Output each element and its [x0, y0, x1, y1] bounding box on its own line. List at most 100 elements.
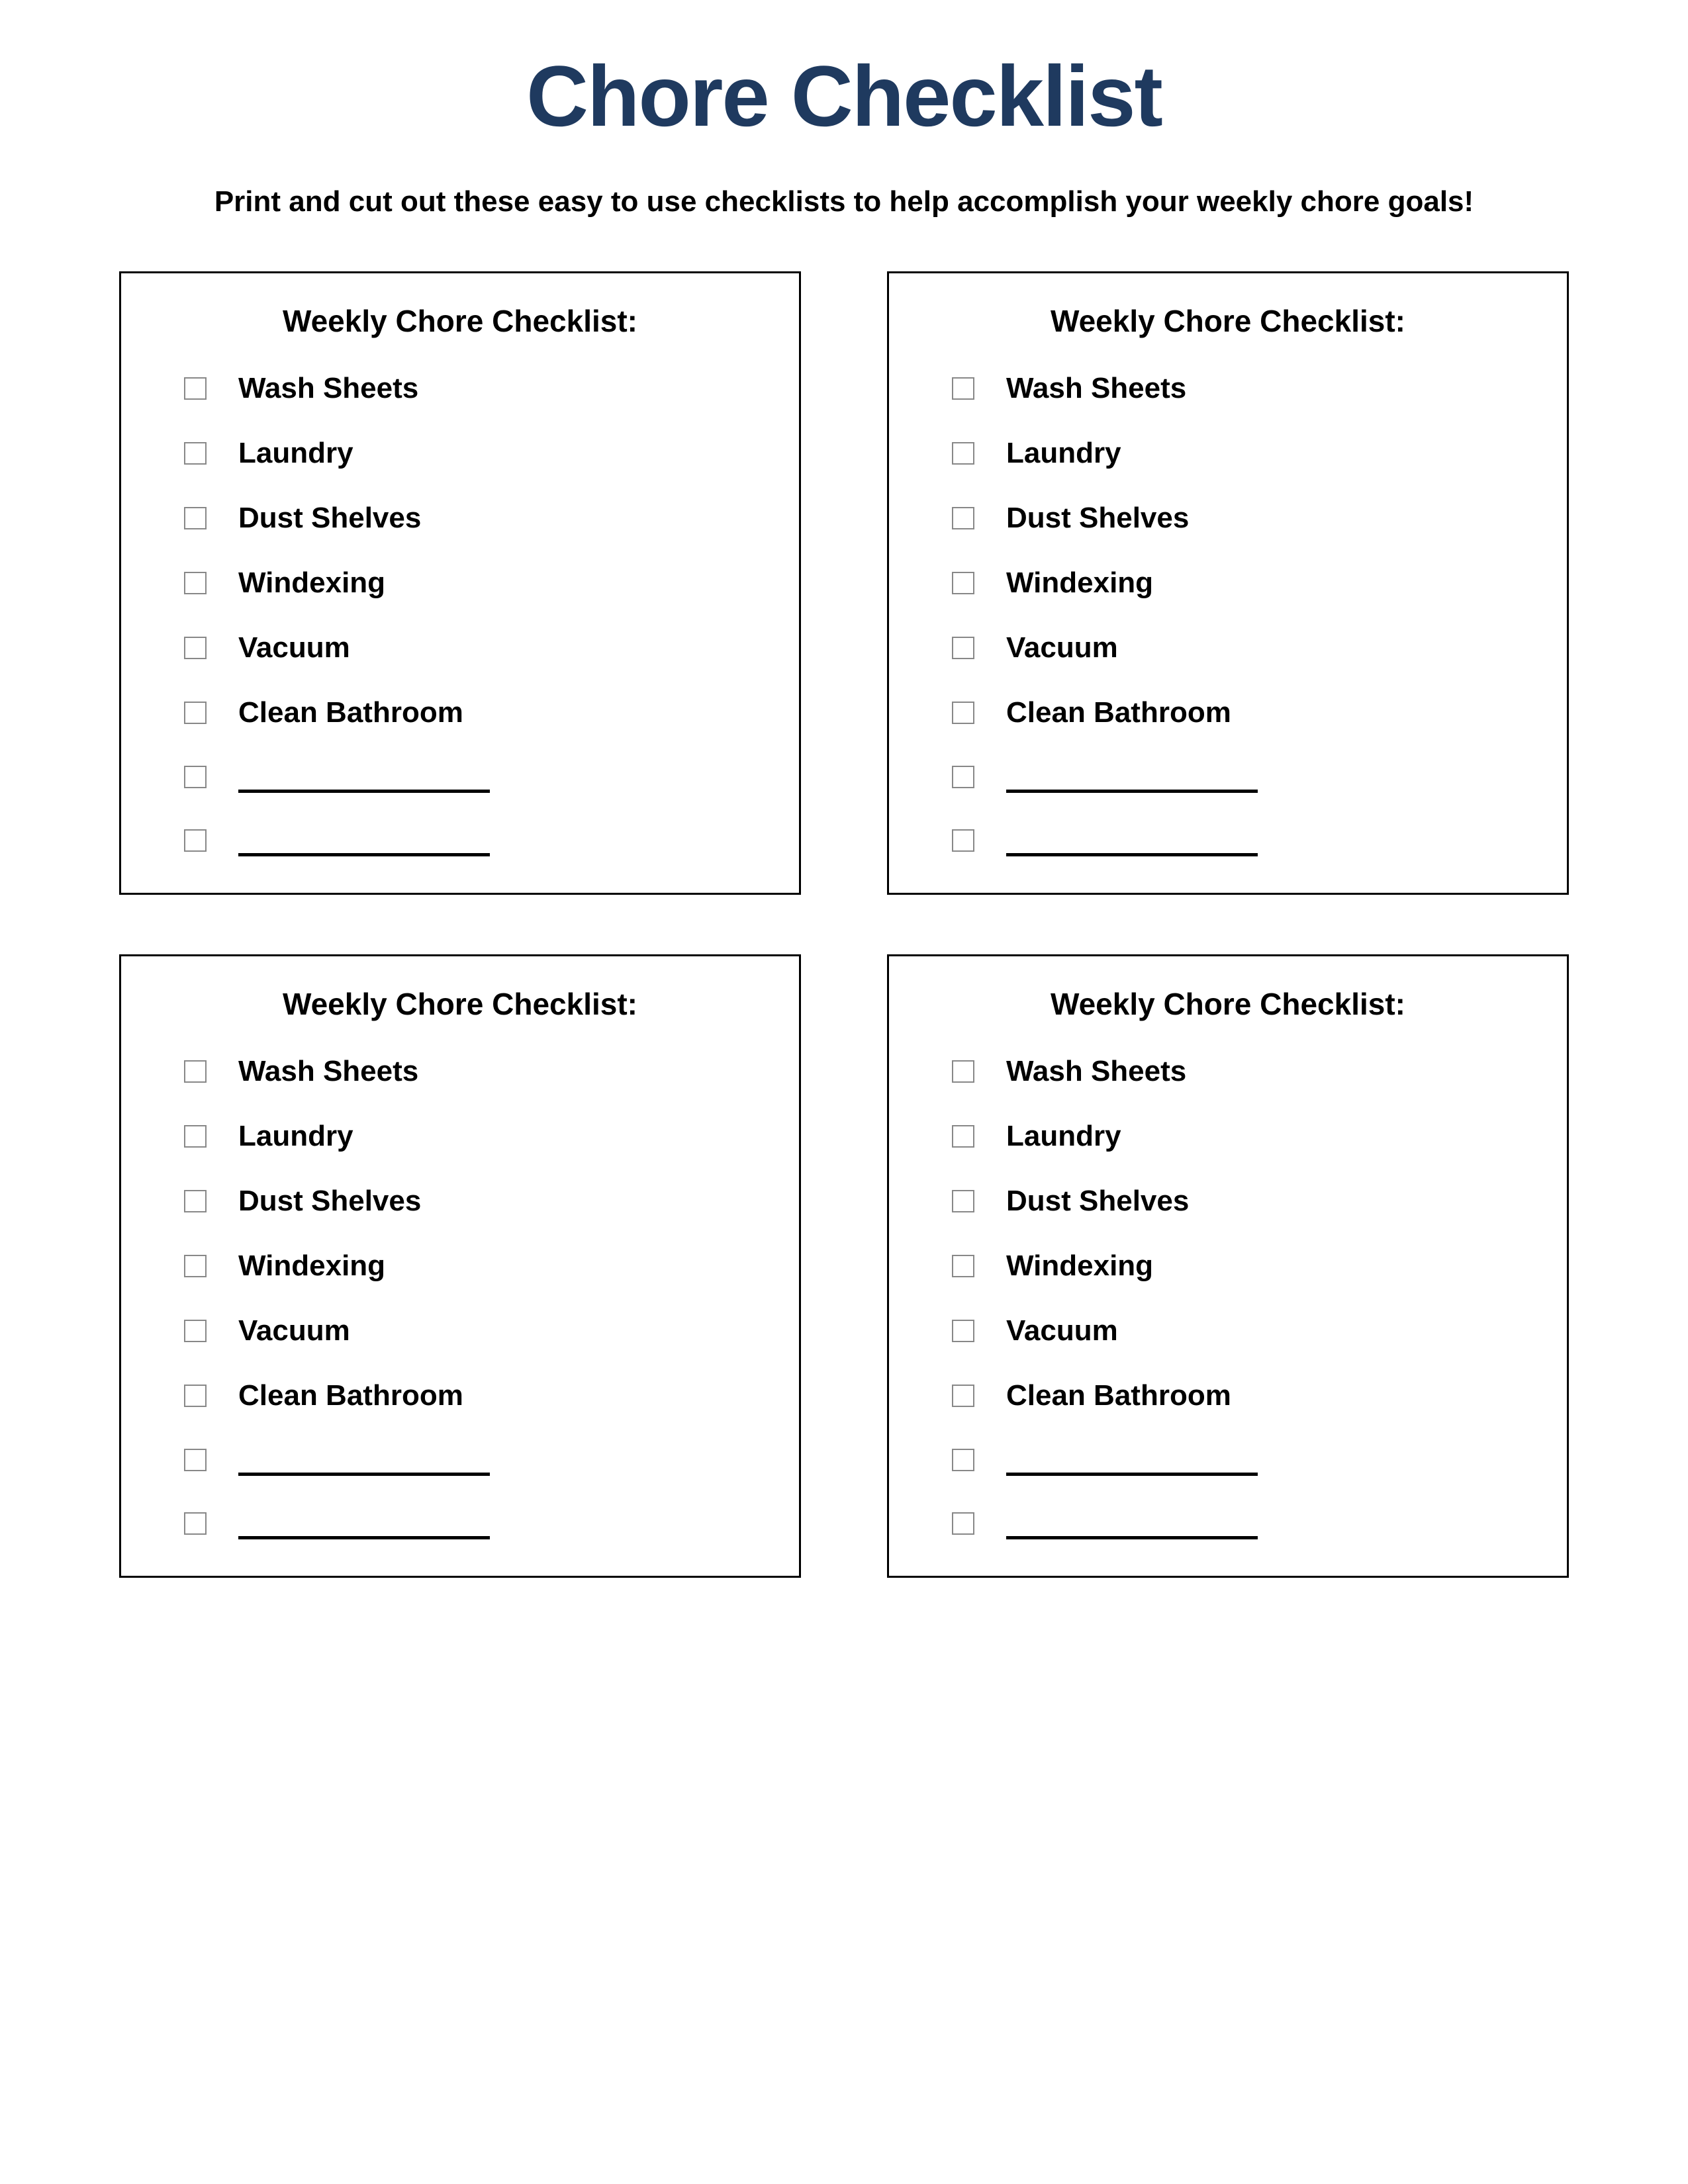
checkbox-icon[interactable]: [184, 829, 207, 852]
checklist-item-label: Vacuum: [238, 1314, 350, 1347]
checklist-item-label: Dust Shelves: [1006, 502, 1189, 535]
checklist-item: Clean Bathroom: [184, 696, 763, 729]
checkbox-icon[interactable]: [952, 572, 974, 594]
checkbox-icon[interactable]: [952, 1190, 974, 1212]
checklist-item-blank: [952, 825, 1530, 856]
checkbox-icon[interactable]: [184, 1449, 207, 1471]
checklist-item-label: Laundry: [238, 437, 353, 470]
checklist-card: Weekly Chore Checklist: Wash Sheets Laundr…: [119, 954, 801, 1578]
checkbox-icon[interactable]: [952, 702, 974, 724]
checklist-item-label: Clean Bathroom: [1006, 696, 1231, 729]
checklist-item-label: Laundry: [1006, 437, 1121, 470]
checklist-item-label: Dust Shelves: [238, 1185, 421, 1218]
checklist-item-label: Laundry: [1006, 1120, 1121, 1153]
checkbox-icon[interactable]: [952, 1125, 974, 1148]
checklist-item-label: Wash Sheets: [1006, 1055, 1186, 1088]
checkbox-icon[interactable]: [952, 442, 974, 465]
blank-write-in-line[interactable]: [238, 1449, 490, 1476]
checklist-item-label: Wash Sheets: [238, 372, 418, 405]
checklist-item: Dust Shelves: [184, 1185, 763, 1218]
checkbox-icon[interactable]: [952, 1060, 974, 1083]
checklist-item-label: Windexing: [1006, 1250, 1153, 1283]
checklist-items: Wash Sheets Laundry Dust Shelves Windexing V…: [925, 372, 1530, 856]
blank-write-in-line[interactable]: [238, 830, 490, 856]
checklist-item: Wash Sheets: [184, 372, 763, 405]
checklist-item: Wash Sheets: [184, 1055, 763, 1088]
checklist-items: Wash Sheets Laundry Dust Shelves Windexing V…: [925, 1055, 1530, 1539]
blank-write-in-line[interactable]: [238, 766, 490, 793]
checklist-item: Vacuum: [952, 631, 1530, 664]
card-title: Weekly Chore Checklist:: [158, 303, 763, 339]
checkbox-icon[interactable]: [952, 637, 974, 659]
checklist-item: Clean Bathroom: [952, 1379, 1530, 1412]
checkbox-icon[interactable]: [952, 1320, 974, 1342]
checklist-item-blank: [184, 1444, 763, 1476]
checklist-item: Vacuum: [184, 1314, 763, 1347]
checkbox-icon[interactable]: [184, 766, 207, 788]
checkbox-icon[interactable]: [184, 1255, 207, 1277]
checklist-item-label: Vacuum: [1006, 1314, 1118, 1347]
card-title: Weekly Chore Checklist:: [158, 986, 763, 1022]
checklist-item-blank: [184, 825, 763, 856]
checklist-items: Wash Sheets Laundry Dust Shelves Windexing V…: [158, 372, 763, 856]
checklist-item-label: Clean Bathroom: [238, 1379, 463, 1412]
checklist-item-label: Wash Sheets: [1006, 372, 1186, 405]
checkbox-icon[interactable]: [184, 1060, 207, 1083]
checklist-item: Windexing: [952, 1250, 1530, 1283]
checklist-item-label: Windexing: [238, 1250, 385, 1283]
blank-write-in-line[interactable]: [1006, 830, 1258, 856]
checkbox-icon[interactable]: [952, 507, 974, 529]
checklist-item: Laundry: [184, 437, 763, 470]
checkbox-icon[interactable]: [952, 829, 974, 852]
checklist-item: Clean Bathroom: [184, 1379, 763, 1412]
checkbox-icon[interactable]: [952, 1255, 974, 1277]
card-title: Weekly Chore Checklist:: [925, 303, 1530, 339]
blank-write-in-line[interactable]: [1006, 1513, 1258, 1539]
blank-write-in-line[interactable]: [238, 1513, 490, 1539]
checklist-card: Weekly Chore Checklist: Wash Sheets Laundr…: [887, 271, 1569, 895]
checklist-item: Windexing: [952, 567, 1530, 600]
checklist-item: Windexing: [184, 567, 763, 600]
checklist-grid: Weekly Chore Checklist: Wash Sheets Laundr…: [119, 271, 1569, 1578]
checklist-card: Weekly Chore Checklist:Wash SheetsLaundr…: [887, 954, 1569, 1578]
checkbox-icon[interactable]: [184, 1190, 207, 1212]
page-subtitle: Print and cut out these easy to use chec…: [119, 185, 1569, 218]
checklist-item: Laundry: [952, 1120, 1530, 1153]
checkbox-icon[interactable]: [184, 442, 207, 465]
checklist-item: Windexing: [184, 1250, 763, 1283]
checklist-item-label: Vacuum: [238, 631, 350, 664]
checkbox-icon[interactable]: [184, 572, 207, 594]
checkbox-icon[interactable]: [184, 377, 207, 400]
checklist-item-blank: [952, 761, 1530, 793]
blank-write-in-line[interactable]: [1006, 1449, 1258, 1476]
checklist-item-label: Vacuum: [1006, 631, 1118, 664]
checkbox-icon[interactable]: [952, 1385, 974, 1407]
checkbox-icon[interactable]: [184, 702, 207, 724]
checklist-item: Clean Bathroom: [952, 696, 1530, 729]
checkbox-icon[interactable]: [184, 507, 207, 529]
checkbox-icon[interactable]: [952, 766, 974, 788]
checklist-item-label: Dust Shelves: [238, 502, 421, 535]
checklist-item: Vacuum: [184, 631, 763, 664]
checkbox-icon[interactable]: [952, 377, 974, 400]
checklist-item: Dust Shelves: [184, 502, 763, 535]
checklist-card: Weekly Chore Checklist: Wash Sheets Laundr…: [119, 271, 801, 895]
checklist-item-blank: [184, 1508, 763, 1539]
checkbox-icon[interactable]: [184, 1320, 207, 1342]
checkbox-icon[interactable]: [952, 1449, 974, 1471]
checklist-item: Vacuum: [952, 1314, 1530, 1347]
checklist-item-label: Dust Shelves: [1006, 1185, 1189, 1218]
checklist-item-label: Windexing: [1006, 567, 1153, 600]
checkbox-icon[interactable]: [952, 1512, 974, 1535]
blank-write-in-line[interactable]: [1006, 766, 1258, 793]
checklist-item-blank: [952, 1444, 1530, 1476]
checkbox-icon[interactable]: [184, 1385, 207, 1407]
checkbox-icon[interactable]: [184, 1512, 207, 1535]
checklist-item-label: Windexing: [238, 567, 385, 600]
checkbox-icon[interactable]: [184, 1125, 207, 1148]
page-title: Chore Checklist: [119, 46, 1569, 146]
checklist-item: Dust Shelves: [952, 1185, 1530, 1218]
checkbox-icon[interactable]: [184, 637, 207, 659]
checklist-item: Laundry: [184, 1120, 763, 1153]
checklist-item: Wash Sheets: [952, 1055, 1530, 1088]
